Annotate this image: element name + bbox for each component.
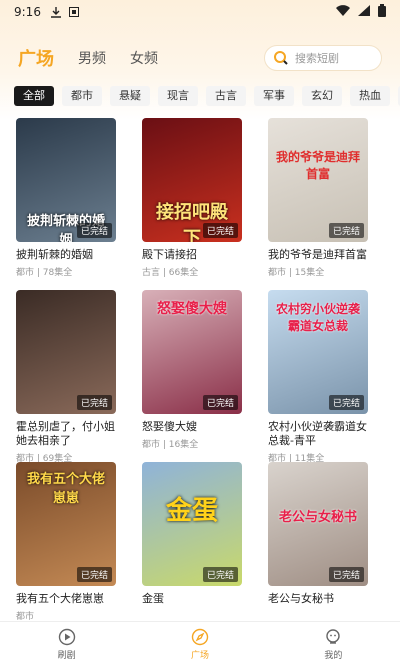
drama-title: 我有五个大佬崽崽 [16,592,104,605]
drama-card[interactable]: 我有五个大佬崽崽 已完结 我有五个大佬崽崽 都市 [16,462,116,622]
chip-urban[interactable]: 都市 [62,86,102,106]
drama-cover[interactable]: 接招吧殿下 已完结 [142,118,242,242]
drama-card[interactable]: 老公与女秘书 已完结 老公与女秘书 [268,462,368,622]
drama-meta: 都市 | 16集全 [142,440,199,450]
status-badge: 已完结 [76,567,112,582]
signal-icon [358,5,370,19]
drama-meta: 都市 | 78集全 [16,268,73,278]
cover-text: 农村穷小伙逆袭霸道女总裁 [275,302,360,333]
play-circle-icon [58,628,75,646]
drama-cover[interactable]: 农村穷小伙逆袭霸道女总裁 已完结 [268,290,368,414]
drama-cover[interactable]: 已完结 [16,290,116,414]
drama-card[interactable]: 金蛋 已完结 金蛋 [142,462,242,622]
status-badge: 已完结 [328,223,364,238]
drama-card[interactable]: 怒娶傻大嫂 已完结 怒娶傻大嫂 都市 | 16集全 [142,290,242,450]
chip-military[interactable]: 军事 [254,86,294,106]
drama-cover[interactable]: 金蛋 已完结 [142,462,242,586]
tab-female[interactable]: 女频 [130,48,158,68]
drama-card[interactable]: 我的爷爷是迪拜首富 已完结 我的爷爷是迪拜首富 都市 | 15集全 [268,118,368,278]
cover-text: 我有五个大佬崽崽 [26,472,105,506]
tab-square[interactable]: 广场 [18,45,54,71]
chip-action[interactable]: 热血 [350,86,390,106]
status-badge: 已完结 [328,567,364,582]
status-badge: 已完结 [202,223,238,238]
nav-watch-label: 刷剧 [57,651,76,661]
drama-cover[interactable]: 披荆斩棘的婚姻 已完结 [16,118,116,242]
category-chips: 全部 都市 悬疑 现言 古言 军事 玄幻 热血 历 [14,86,400,106]
status-badge: 已完结 [328,395,364,410]
drama-cover[interactable]: 老公与女秘书 已完结 [268,462,368,586]
battery-icon [378,4,386,20]
nav-mine-label: 我的 [324,651,343,661]
chip-all[interactable]: 全部 [14,86,54,106]
nav-mine[interactable]: 我的 [267,622,400,667]
drama-title: 怒娶傻大嫂 [142,420,197,433]
status-badge: 已完结 [76,395,112,410]
cover-text: 怒娶傻大嫂 [157,301,227,317]
chip-fantasy[interactable]: 玄幻 [302,86,342,106]
cover-text: 金蛋 [165,496,218,526]
drama-meta: 古言 | 66集全 [142,268,199,278]
drama-title: 老公与女秘书 [268,592,334,605]
drama-title: 披荆斩棘的婚姻 [16,248,93,261]
nav-watch[interactable]: 刷剧 [0,622,133,667]
drama-title: 我的爷爷是迪拜首富 [268,248,367,261]
notification-icon [68,7,79,17]
drama-card[interactable]: 农村穷小伙逆袭霸道女总裁 已完结 农村小伙逆袭霸道女总裁-青平 都市 | 11集… [268,290,368,464]
search-icon [273,50,289,66]
download-icon [50,6,61,18]
drama-cover[interactable]: 我的爷爷是迪拜首富 已完结 [268,118,368,242]
drama-cover[interactable]: 怒娶傻大嫂 已完结 [142,290,242,414]
drama-title: 金蛋 [142,592,164,605]
drama-cover[interactable]: 我有五个大佬崽崽 已完结 [16,462,116,586]
user-face-icon [326,629,341,644]
search-input[interactable]: 搜索短剧 [264,45,382,71]
status-badge: 已完结 [76,223,112,238]
status-bar: 9:16 [0,0,400,24]
top-navigation: 广场 男频 女频 搜索短剧 [0,40,400,76]
chip-modern-romance[interactable]: 现言 [158,86,198,106]
drama-card[interactable]: 接招吧殿下 已完结 殿下请接招 古言 | 66集全 [142,118,242,278]
drama-card[interactable]: 披荆斩棘的婚姻 已完结 披荆斩棘的婚姻 都市 | 78集全 [16,118,116,278]
bottom-navigation: 刷剧 广场 我的 [0,621,400,667]
compass-icon [191,628,209,646]
drama-card[interactable]: 已完结 霍总别虐了，付小姐她去相亲了 都市 | 69集全 [16,290,116,464]
drama-title: 农村小伙逆袭霸道女总裁-青平 [268,420,367,447]
drama-title: 殿下请接招 [142,248,197,261]
search-placeholder: 搜索短剧 [295,52,339,65]
drama-title: 霍总别虐了，付小姐她去相亲了 [16,420,115,447]
nav-square[interactable]: 广场 [133,622,266,667]
tab-male[interactable]: 男频 [78,48,106,68]
cover-text: 老公与女秘书 [278,510,357,525]
chip-ancient-romance[interactable]: 古言 [206,86,246,106]
drama-meta: 都市 | 15集全 [268,268,325,278]
drama-grid: 披荆斩棘的婚姻 已完结 披荆斩棘的婚姻 都市 | 78集全 接招吧殿下 已完结 … [16,118,384,622]
status-badge: 已完结 [202,567,238,582]
cover-text: 我的爷爷是迪拜首富 [275,150,360,181]
chip-suspense[interactable]: 悬疑 [110,86,150,106]
status-time: 9:16 [14,5,41,19]
nav-square-label: 广场 [190,651,209,661]
wifi-icon [336,5,350,19]
status-badge: 已完结 [202,395,238,410]
